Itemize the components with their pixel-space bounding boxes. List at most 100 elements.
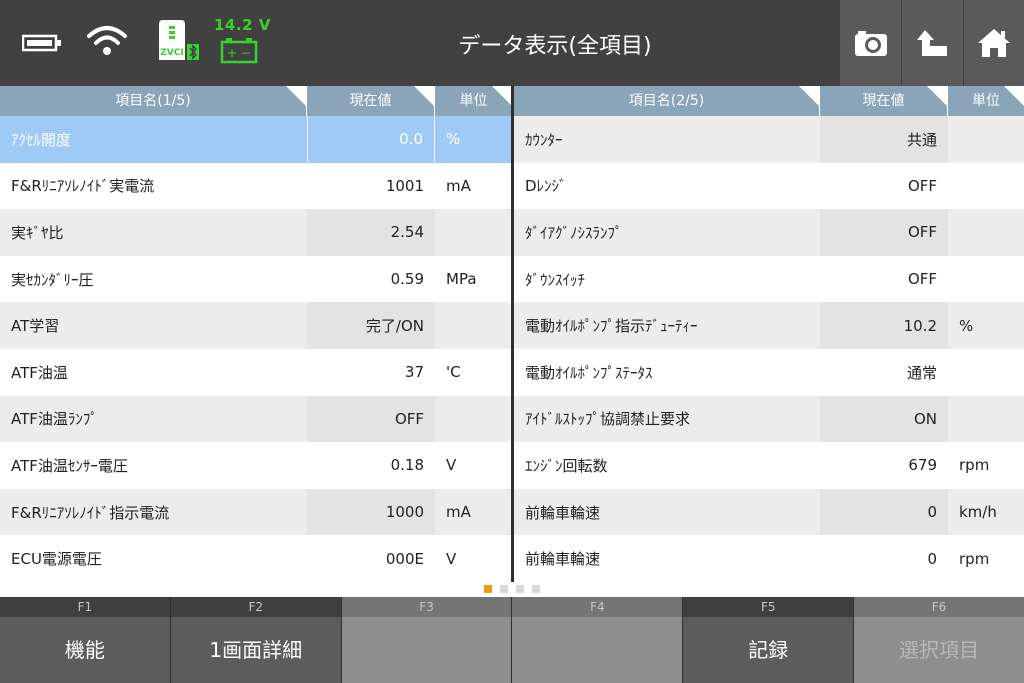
item-unit: %	[446, 130, 461, 149]
item-value: 完了/ON	[307, 302, 435, 349]
fkey-f6[interactable]: F6 選択項目	[854, 597, 1024, 683]
table-header: 項目名(1/5) 現在値 単位	[0, 86, 512, 116]
item-unit	[948, 163, 1024, 210]
item-name: 電動ｵｲﾙﾎﾟﾝﾌﾟｽﾃｰﾀｽ	[525, 363, 653, 382]
page-dot[interactable]	[500, 585, 508, 593]
column-header-unit[interactable]: 単位	[948, 86, 1024, 116]
column-header-value[interactable]: 現在値	[820, 86, 948, 116]
table-row[interactable]: 前輪車輪速 0 km/h	[514, 488, 1024, 536]
table-row[interactable]: AT学習 完了/ON	[0, 302, 512, 349]
item-unit: MPa	[446, 270, 477, 289]
table-row[interactable]: ATF油温ﾗﾝﾌﾟ OFF	[0, 395, 512, 443]
item-value: 10.2	[820, 302, 948, 349]
item-name: ATF油温ﾗﾝﾌﾟ	[11, 410, 98, 429]
fkey-number: F1	[0, 597, 170, 617]
fkey-number: F3	[341, 597, 512, 617]
item-unit	[948, 349, 1024, 396]
table-row[interactable]: ｶｳﾝﾀｰ 共通	[514, 116, 1024, 163]
item-value: 共通	[820, 116, 948, 163]
fkey-label: 選択項目	[854, 617, 1024, 683]
item-value: OFF	[307, 395, 435, 443]
column-header-value[interactable]: 現在値	[307, 86, 435, 116]
item-unit: V	[446, 549, 457, 568]
page-indicator	[0, 582, 1024, 596]
table-row[interactable]: ﾀﾞｲｱｸﾞﾉｼｽﾗﾝﾌﾟ OFF	[514, 209, 1024, 256]
fkey-number: F5	[683, 597, 854, 617]
column-header-name[interactable]: 項目名(2/5)	[514, 86, 820, 116]
table-row[interactable]: ECU電源電圧 000E V	[0, 535, 512, 582]
table-row[interactable]: ﾀﾞｳﾝｽｲｯﾁ OFF	[514, 256, 1024, 303]
item-value: OFF	[907, 270, 937, 289]
item-unit: V	[446, 456, 457, 475]
item-name: ATF油温	[11, 363, 68, 382]
item-unit	[948, 256, 1024, 303]
header-bar: ZVCI 14.2 V + − データ表示(全項目)	[0, 0, 1024, 86]
fkey-number: F2	[170, 597, 341, 617]
table-row[interactable]: 電動ｵｲﾙﾎﾟﾝﾌﾟｽﾃｰﾀｽ 通常	[514, 349, 1024, 396]
table-row[interactable]: 実ｾｶﾝﾀﾞﾘｰ圧 0.59 MPa	[0, 256, 512, 303]
function-key-bar: F1 機能 F2 1画面詳細 F3 F4 F5 記録 F6 選択項目	[0, 597, 1024, 683]
fkey-f1[interactable]: F1 機能	[0, 597, 170, 683]
item-unit: mA	[446, 503, 471, 522]
table-row[interactable]: ATF油温 37 'C	[0, 349, 512, 396]
fkey-f5[interactable]: F5 記録	[683, 597, 854, 683]
item-value: 2.54	[307, 209, 435, 256]
table-row[interactable]: 実ｷﾞﾔ比 2.54	[0, 209, 512, 256]
item-name: 実ｾｶﾝﾀﾞﾘｰ圧	[11, 270, 94, 289]
table-row[interactable]: ATF油温ｾﾝｻｰ電圧 0.18 V	[0, 442, 512, 489]
table-row[interactable]: ｱｸｾﾙ開度 0.0%	[0, 116, 512, 163]
page-dot[interactable]	[532, 585, 540, 593]
fkey-f4[interactable]: F4	[512, 597, 683, 683]
item-unit	[948, 396, 1024, 443]
item-name: F&Rﾘﾆｱｿﾚﾉｲﾄﾞ指示電流	[11, 503, 170, 522]
item-value: OFF	[820, 209, 948, 256]
item-unit: mA	[446, 176, 471, 195]
item-unit	[435, 302, 512, 349]
item-value: OFF	[907, 176, 937, 195]
fkey-label: 機能	[0, 617, 170, 683]
item-name: 電動ｵｲﾙﾎﾟﾝﾌﾟ指示ﾃﾞｭｰﾃｨｰ	[525, 317, 698, 336]
home-button[interactable]	[964, 0, 1024, 86]
fkey-number: F6	[854, 597, 1024, 617]
table-row[interactable]: ｴﾝｼﾞﾝ回転数 679 rpm	[514, 442, 1024, 489]
item-name: F&Rﾘﾆｱｿﾚﾉｲﾄﾞ実電流	[11, 177, 155, 196]
back-button[interactable]	[902, 0, 963, 86]
item-unit	[948, 209, 1024, 256]
item-value: ON	[820, 395, 948, 443]
screenshot-button[interactable]	[840, 0, 901, 86]
item-name: ECU電源電圧	[11, 550, 102, 569]
fkey-f2[interactable]: F2 1画面詳細	[170, 597, 341, 683]
fkey-label	[512, 617, 683, 683]
table-header: 項目名(2/5) 現在値 単位	[514, 86, 1024, 116]
table-row[interactable]: F&Rﾘﾆｱｿﾚﾉｲﾄﾞ実電流 1001 mA	[0, 163, 512, 210]
column-header-unit[interactable]: 単位	[435, 86, 512, 116]
item-unit	[435, 209, 512, 256]
item-name: ｴﾝｼﾞﾝ回転数	[525, 456, 608, 475]
item-value: 0.59	[390, 270, 424, 289]
page-dot[interactable]	[516, 585, 524, 593]
table-row[interactable]: ｱｲﾄﾞﾙｽﾄｯﾌﾟ協調禁止要求 ON	[514, 395, 1024, 443]
fkey-label: 記録	[683, 617, 854, 683]
item-unit: rpm	[959, 456, 990, 475]
column-header-name[interactable]: 項目名(1/5)	[0, 86, 307, 116]
item-name: ﾀﾞｲｱｸﾞﾉｼｽﾗﾝﾌﾟ	[525, 223, 623, 242]
item-value: 1000	[307, 488, 435, 536]
item-name: Dﾚﾝｼﾞ	[525, 177, 567, 196]
page-dot[interactable]	[484, 585, 492, 593]
fkey-label	[341, 617, 512, 683]
fkey-f3[interactable]: F3	[341, 597, 512, 683]
item-value: 0.18	[390, 456, 424, 475]
item-unit: 'C	[446, 363, 461, 382]
item-name: ATF油温ｾﾝｻｰ電圧	[11, 456, 128, 475]
item-value: 0	[820, 488, 948, 536]
item-name: 実ｷﾞﾔ比	[11, 223, 64, 242]
item-value: 0.0	[307, 116, 435, 163]
table-row[interactable]: 前輪車輪速 0 rpm	[514, 535, 1024, 582]
item-value: 1001	[385, 176, 424, 195]
table-row[interactable]: 電動ｵｲﾙﾎﾟﾝﾌﾟ指示ﾃﾞｭｰﾃｨｰ 10.2%	[514, 302, 1024, 349]
table-row[interactable]: F&Rﾘﾆｱｿﾚﾉｲﾄﾞ指示電流 1000 mA	[0, 488, 512, 536]
camera-icon	[854, 31, 887, 56]
table-row[interactable]: Dﾚﾝｼﾞ OFF	[514, 163, 1024, 210]
item-name: 前輪車輪速	[525, 550, 601, 569]
home-icon	[978, 29, 1010, 57]
